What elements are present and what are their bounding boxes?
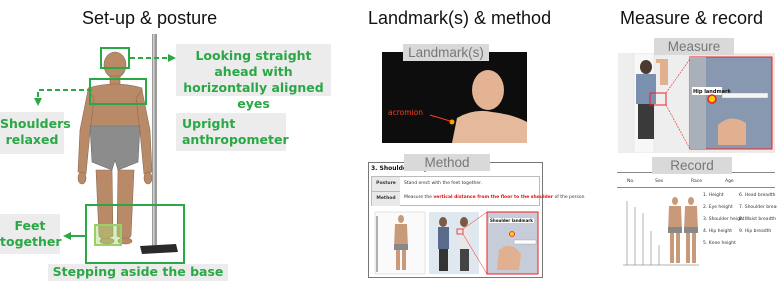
method-value-bold: vertical distance from the floor to the … — [433, 195, 554, 200]
eyes-highlight-box — [100, 47, 130, 69]
record-items-right: 6. Head breadth 7. Shoulder breadth 8. W… — [739, 193, 777, 241]
label-base: Stepping aside the base — [48, 264, 228, 281]
landmark-method-heading: Landmark(s) & method — [368, 8, 552, 28]
label-feet: Feet together — [0, 214, 62, 254]
header-no: No. — [627, 179, 635, 184]
card-table: Posture Stand erect with the feet togeth… — [371, 176, 584, 206]
header-age: Age — [725, 179, 734, 184]
feet-highlight-box — [94, 224, 122, 246]
header-sex: Sex — [655, 179, 664, 184]
landmark-image: acromion — [382, 52, 527, 143]
label-shoulders: Shoulders relaxed — [0, 112, 71, 154]
method-caption: Method — [404, 154, 490, 171]
record-item: 7. Shoulder breadth — [739, 205, 777, 210]
shoulder-render: acromion — [388, 70, 527, 143]
measure-caption: Measure — [654, 38, 734, 55]
measure-record-heading: Measure & record — [620, 8, 764, 28]
label-eyes: Looking straight ahead with horizontally… — [176, 44, 331, 111]
posture-value: Stand erect with the feet together. — [404, 181, 482, 186]
method-value-pre: Measure the — [404, 195, 434, 200]
method-value-post: of the person — [553, 195, 585, 200]
method-value: Measure the vertical distance from the f… — [404, 191, 584, 205]
label-anthropometer: Upright anthropometer — [176, 113, 289, 151]
record-item: 6. Head breadth — [739, 193, 776, 198]
shorts — [89, 125, 141, 171]
record-item: 5. Knee height — [703, 241, 736, 246]
method-illustrations: Shoulder landmark — [374, 211, 539, 275]
record-item: 8. Waist breadth — [739, 217, 777, 222]
landmarks-caption: Landmark(s) — [403, 44, 489, 61]
record-item: 9. Hip breadth — [739, 229, 772, 234]
acromion-marker — [449, 119, 455, 125]
header-race: Race — [691, 179, 703, 184]
shoulder-landmark-label: Shoulder landmark — [490, 218, 533, 223]
record-figure — [623, 197, 699, 266]
posture-key: Posture — [372, 177, 400, 191]
acromion-label: acromion — [388, 108, 423, 117]
measure-photo: Hip landmark — [618, 52, 775, 154]
record-sheet: No. Sex Race Age 1. Height 2. Eye height… — [617, 172, 777, 272]
measure-photo-illustration: Hip landmark — [618, 52, 773, 154]
shoulders-highlight-box — [89, 78, 147, 105]
method-key: Method — [372, 191, 400, 206]
method-card: 3. Shoulder Height Posture Stand erect w… — [368, 162, 584, 278]
record-caption: Record — [652, 157, 732, 174]
